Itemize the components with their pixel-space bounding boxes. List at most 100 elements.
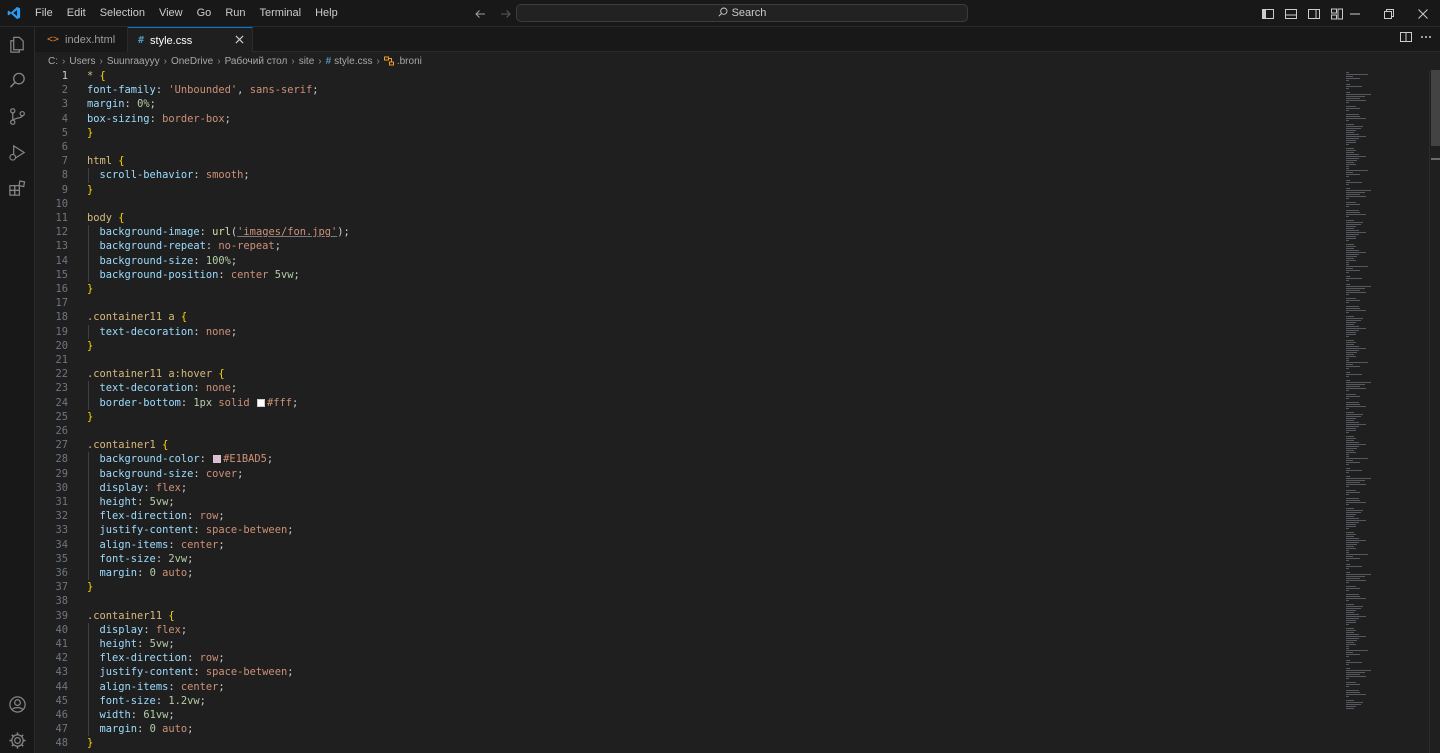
breadcrumb-item[interactable]: site bbox=[299, 56, 315, 67]
code-line[interactable]: 44 align-items: center; bbox=[35, 680, 1335, 694]
code-line[interactable]: 38 bbox=[35, 594, 1335, 608]
code-line[interactable]: 12 background-image: url('images/fon.jpg… bbox=[35, 225, 1335, 239]
code-line[interactable]: 11 body { bbox=[35, 211, 1335, 225]
code-line[interactable]: 40 display: flex; bbox=[35, 623, 1335, 637]
code-line[interactable]: 27 .container1 { bbox=[35, 438, 1335, 452]
code-line[interactable]: 26 bbox=[35, 424, 1335, 438]
code-line[interactable]: 23 text-decoration: none; bbox=[35, 381, 1335, 395]
breadcrumb-item[interactable]: C: bbox=[48, 56, 58, 67]
code-line[interactable]: 45 font-size: 1.2vw; bbox=[35, 694, 1335, 708]
code-line[interactable]: 48} bbox=[35, 736, 1335, 750]
code-line[interactable]: 41 height: 5vw; bbox=[35, 637, 1335, 651]
code-line[interactable]: 22 .container11 a:hover { bbox=[35, 367, 1335, 381]
code-line[interactable]: 9} bbox=[35, 183, 1335, 197]
account-icon[interactable] bbox=[0, 687, 35, 721]
toggle-secondary-sidebar-icon[interactable] bbox=[1304, 4, 1323, 23]
search-icon[interactable] bbox=[0, 63, 35, 97]
close-icon[interactable] bbox=[235, 33, 244, 47]
breadcrumb-item[interactable]: Рабочий стол bbox=[225, 56, 288, 67]
code-line[interactable]: 8 scroll-behavior: smooth; bbox=[35, 168, 1335, 182]
line-number: 12 bbox=[55, 226, 68, 239]
breadcrumb-item[interactable]: style.css bbox=[334, 56, 372, 67]
editor-scrollbar[interactable] bbox=[1429, 70, 1440, 753]
code-line[interactable]: 32 flex-direction: row; bbox=[35, 509, 1335, 523]
toggle-panel-icon[interactable] bbox=[1281, 4, 1300, 23]
breadcrumb-item[interactable]: Users bbox=[69, 56, 95, 67]
code-line[interactable]: 17 bbox=[35, 296, 1335, 310]
code-line[interactable]: 18 .container11 a { bbox=[35, 310, 1335, 324]
restore-icon[interactable] bbox=[1372, 0, 1406, 27]
code-line[interactable]: 21 bbox=[35, 353, 1335, 367]
menu-terminal[interactable]: Terminal bbox=[253, 0, 309, 27]
menu-run[interactable]: Run bbox=[218, 0, 252, 27]
code-line[interactable]: 5} bbox=[35, 126, 1335, 140]
settings-gear-icon[interactable] bbox=[0, 723, 35, 753]
code-line[interactable]: 36 margin: 0 auto; bbox=[35, 566, 1335, 580]
code-line[interactable]: 43 justify-content: space-between; bbox=[35, 665, 1335, 679]
code-line[interactable]: 47 margin: 0 auto; bbox=[35, 722, 1335, 736]
code-line[interactable]: 6 bbox=[35, 140, 1335, 154]
source-control-icon[interactable] bbox=[0, 99, 35, 133]
code-line[interactable]: 29 background-size: cover; bbox=[35, 467, 1335, 481]
color-swatch[interactable] bbox=[256, 398, 265, 407]
code-token: flex-direction bbox=[99, 652, 188, 665]
code-line[interactable]: 10 bbox=[35, 197, 1335, 211]
explorer-icon[interactable] bbox=[0, 27, 35, 61]
code-text: background-repeat: no-repeat; bbox=[87, 239, 281, 253]
menu-file[interactable]: File bbox=[28, 0, 60, 27]
code-text: html { bbox=[87, 154, 125, 168]
code-line[interactable]: 30 display: flex; bbox=[35, 481, 1335, 495]
code-line[interactable]: 31 height: 5vw; bbox=[35, 495, 1335, 509]
breadcrumb-item[interactable]: .broni bbox=[397, 56, 422, 67]
minimap-line bbox=[1346, 132, 1355, 133]
minimap-line bbox=[1346, 136, 1366, 137]
menu-edit[interactable]: Edit bbox=[60, 0, 93, 27]
split-editor-icon[interactable] bbox=[1400, 31, 1412, 46]
minimap[interactable] bbox=[1343, 70, 1430, 753]
menu-go[interactable]: Go bbox=[190, 0, 219, 27]
breadcrumb-item[interactable]: Suunraayyy bbox=[107, 56, 160, 67]
code-line[interactable]: 46 width: 61vw; bbox=[35, 708, 1335, 722]
scrollbar-thumb[interactable] bbox=[1431, 70, 1440, 146]
command-center-search[interactable]: Search bbox=[516, 4, 968, 22]
back-arrow-icon[interactable] bbox=[470, 4, 490, 24]
code-line[interactable]: 14 background-size: 100%; bbox=[35, 254, 1335, 268]
tab-style-css[interactable]: # style.css bbox=[128, 27, 253, 53]
menu-selection[interactable]: Selection bbox=[93, 0, 152, 27]
code-line[interactable]: 16} bbox=[35, 282, 1335, 296]
minimap-line bbox=[1346, 468, 1350, 469]
code-line[interactable]: 33 justify-content: space-between; bbox=[35, 523, 1335, 537]
code-line[interactable]: 39 .container11 { bbox=[35, 609, 1335, 623]
menu-help[interactable]: Help bbox=[308, 0, 345, 27]
code-line[interactable]: 4 box-sizing: border-box; bbox=[35, 112, 1335, 126]
code-editor[interactable]: 1 * {2 font-family: 'Unbounded', sans-seri… bbox=[35, 70, 1343, 753]
code-line[interactable]: 35 font-size: 2vw; bbox=[35, 552, 1335, 566]
code-line[interactable]: 28 background-color: #E1BAD5; bbox=[35, 452, 1335, 466]
tab-index-html[interactable]: <> index.html bbox=[35, 27, 128, 52]
color-swatch[interactable] bbox=[213, 455, 222, 464]
toggle-primary-sidebar-icon[interactable] bbox=[1258, 4, 1277, 23]
code-line[interactable]: 42 flex-direction: row; bbox=[35, 651, 1335, 665]
minimize-icon[interactable] bbox=[1338, 0, 1372, 27]
code-line[interactable]: 15 background-position: center 5vw; bbox=[35, 268, 1335, 282]
code-line[interactable]: 7 html { bbox=[35, 154, 1335, 168]
code-line[interactable]: 37} bbox=[35, 580, 1335, 594]
menu-view[interactable]: View bbox=[152, 0, 190, 27]
run-debug-icon[interactable] bbox=[0, 135, 35, 169]
code-line[interactable]: 20} bbox=[35, 339, 1335, 353]
code-line[interactable]: 13 background-repeat: no-repeat; bbox=[35, 239, 1335, 253]
extensions-icon[interactable] bbox=[0, 171, 35, 205]
minimap-line bbox=[1346, 382, 1372, 383]
close-window-icon[interactable] bbox=[1406, 0, 1440, 27]
code-line[interactable]: 25} bbox=[35, 410, 1335, 424]
code-line[interactable]: 19 text-decoration: none; bbox=[35, 325, 1335, 339]
code-line[interactable]: 1 * { bbox=[35, 70, 1335, 83]
breadcrumb-item[interactable]: OneDrive bbox=[171, 56, 213, 67]
more-actions-icon[interactable] bbox=[1420, 31, 1432, 46]
code-line[interactable]: 2 font-family: 'Unbounded', sans-serif; bbox=[35, 83, 1335, 97]
line-number: 45 bbox=[55, 694, 68, 707]
code-line[interactable]: 3 margin: 0%; bbox=[35, 97, 1335, 111]
code-line[interactable]: 24 border-bottom: 1px solid #fff; bbox=[35, 396, 1335, 410]
forward-arrow-icon[interactable] bbox=[496, 4, 516, 24]
code-line[interactable]: 34 align-items: center; bbox=[35, 538, 1335, 552]
